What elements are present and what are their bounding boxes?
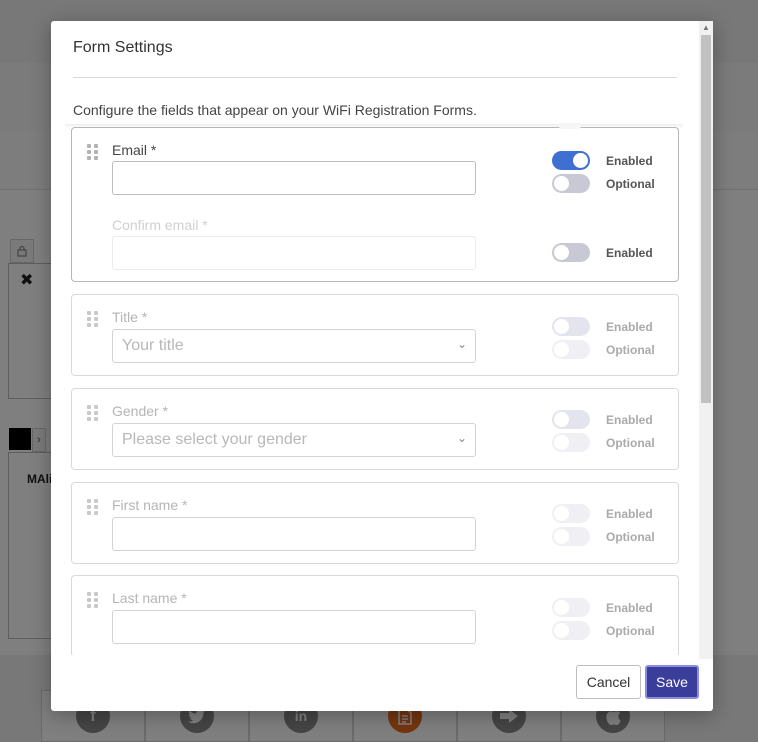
optional-toggle-row[interactable]: Optional bbox=[552, 340, 655, 359]
modal-title: Form Settings bbox=[73, 39, 173, 56]
field-card-last-name[interactable]: Last name * Enabled Optional bbox=[71, 575, 679, 655]
optional-toggle-row[interactable]: Optional bbox=[552, 174, 655, 193]
field-card-first-name[interactable]: First name * Enabled Optional bbox=[71, 482, 679, 564]
optional-label: Optional bbox=[606, 529, 655, 544]
enabled-toggle[interactable] bbox=[552, 410, 590, 429]
chevron-down-icon: ⌄ bbox=[456, 337, 467, 351]
scroll-up-arrow-icon[interactable]: ▲ bbox=[699, 21, 713, 33]
optional-toggle-row[interactable]: Optional bbox=[552, 527, 655, 546]
field-list[interactable]: Email * Enabled Optional Confirm email *… bbox=[71, 127, 681, 655]
enabled-toggle-row[interactable]: Enabled bbox=[552, 598, 653, 617]
drag-handle-icon[interactable] bbox=[87, 499, 99, 515]
confirm-enabled-toggle[interactable] bbox=[552, 243, 590, 262]
email-input[interactable] bbox=[112, 161, 476, 195]
form-settings-modal: Form Settings Configure the fields that … bbox=[51, 21, 713, 711]
field-label: Email * bbox=[112, 142, 157, 158]
confirm-enabled-toggle-row[interactable]: Enabled bbox=[552, 243, 653, 262]
confirm-email-label: Confirm email * bbox=[112, 217, 208, 233]
optional-label: Optional bbox=[606, 176, 655, 191]
select-placeholder: Your title bbox=[122, 337, 184, 354]
chevron-down-icon: ⌄ bbox=[456, 431, 467, 445]
optional-toggle-row[interactable]: Optional bbox=[552, 433, 655, 452]
field-card-title[interactable]: Title * Your title ⌄ Enabled Optional bbox=[71, 294, 679, 376]
enabled-label: Enabled bbox=[606, 506, 653, 521]
optional-toggle[interactable] bbox=[552, 340, 590, 359]
optional-toggle-row[interactable]: Optional bbox=[552, 621, 655, 640]
enabled-toggle-row[interactable]: Enabled bbox=[552, 317, 653, 336]
save-button[interactable]: Save bbox=[645, 665, 699, 699]
field-label: First name * bbox=[112, 497, 188, 513]
field-label: Title * bbox=[112, 309, 148, 325]
field-card-email[interactable]: Email * Enabled Optional Confirm email *… bbox=[71, 127, 679, 282]
enabled-label: Enabled bbox=[606, 412, 653, 427]
enabled-toggle[interactable] bbox=[552, 151, 590, 170]
enabled-toggle-row[interactable]: Enabled bbox=[552, 410, 653, 429]
cancel-button[interactable]: Cancel bbox=[576, 665, 641, 699]
optional-toggle[interactable] bbox=[552, 621, 590, 640]
modal-scrollbar[interactable]: ▲ bbox=[699, 21, 713, 659]
drag-handle-icon[interactable] bbox=[87, 144, 99, 160]
scroll-thumb[interactable] bbox=[701, 35, 711, 403]
field-label: Last name * bbox=[112, 590, 187, 606]
enabled-toggle[interactable] bbox=[552, 598, 590, 617]
optional-label: Optional bbox=[606, 623, 655, 638]
optional-toggle[interactable] bbox=[552, 174, 590, 193]
optional-label: Optional bbox=[606, 435, 655, 450]
enabled-toggle-row[interactable]: Enabled bbox=[552, 504, 653, 523]
title-select[interactable]: Your title ⌄ bbox=[112, 329, 476, 363]
confirm-enabled-label: Enabled bbox=[606, 245, 653, 260]
drag-handle-icon[interactable] bbox=[87, 405, 99, 421]
enabled-toggle-row[interactable]: Enabled bbox=[552, 151, 653, 170]
drag-handle-icon[interactable] bbox=[87, 592, 99, 608]
title-divider bbox=[73, 77, 677, 78]
enabled-label: Enabled bbox=[606, 153, 653, 168]
enabled-toggle[interactable] bbox=[552, 504, 590, 523]
select-placeholder: Please select your gender bbox=[122, 431, 307, 448]
modal-description: Configure the fields that appear on your… bbox=[73, 102, 477, 118]
optional-label: Optional bbox=[606, 342, 655, 357]
drag-handle-icon[interactable] bbox=[87, 311, 99, 327]
field-card-gender[interactable]: Gender * Please select your gender ⌄ Ena… bbox=[71, 388, 679, 470]
confirm-email-input[interactable] bbox=[112, 236, 476, 270]
optional-toggle[interactable] bbox=[552, 527, 590, 546]
optional-toggle[interactable] bbox=[552, 433, 590, 452]
enabled-label: Enabled bbox=[606, 319, 653, 334]
drop-indicator bbox=[559, 123, 581, 129]
field-label: Gender * bbox=[112, 403, 169, 419]
enabled-toggle[interactable] bbox=[552, 317, 590, 336]
enabled-label: Enabled bbox=[606, 600, 653, 615]
gender-select[interactable]: Please select your gender ⌄ bbox=[112, 423, 476, 457]
first-name-input[interactable] bbox=[112, 517, 476, 551]
last-name-input[interactable] bbox=[112, 610, 476, 644]
